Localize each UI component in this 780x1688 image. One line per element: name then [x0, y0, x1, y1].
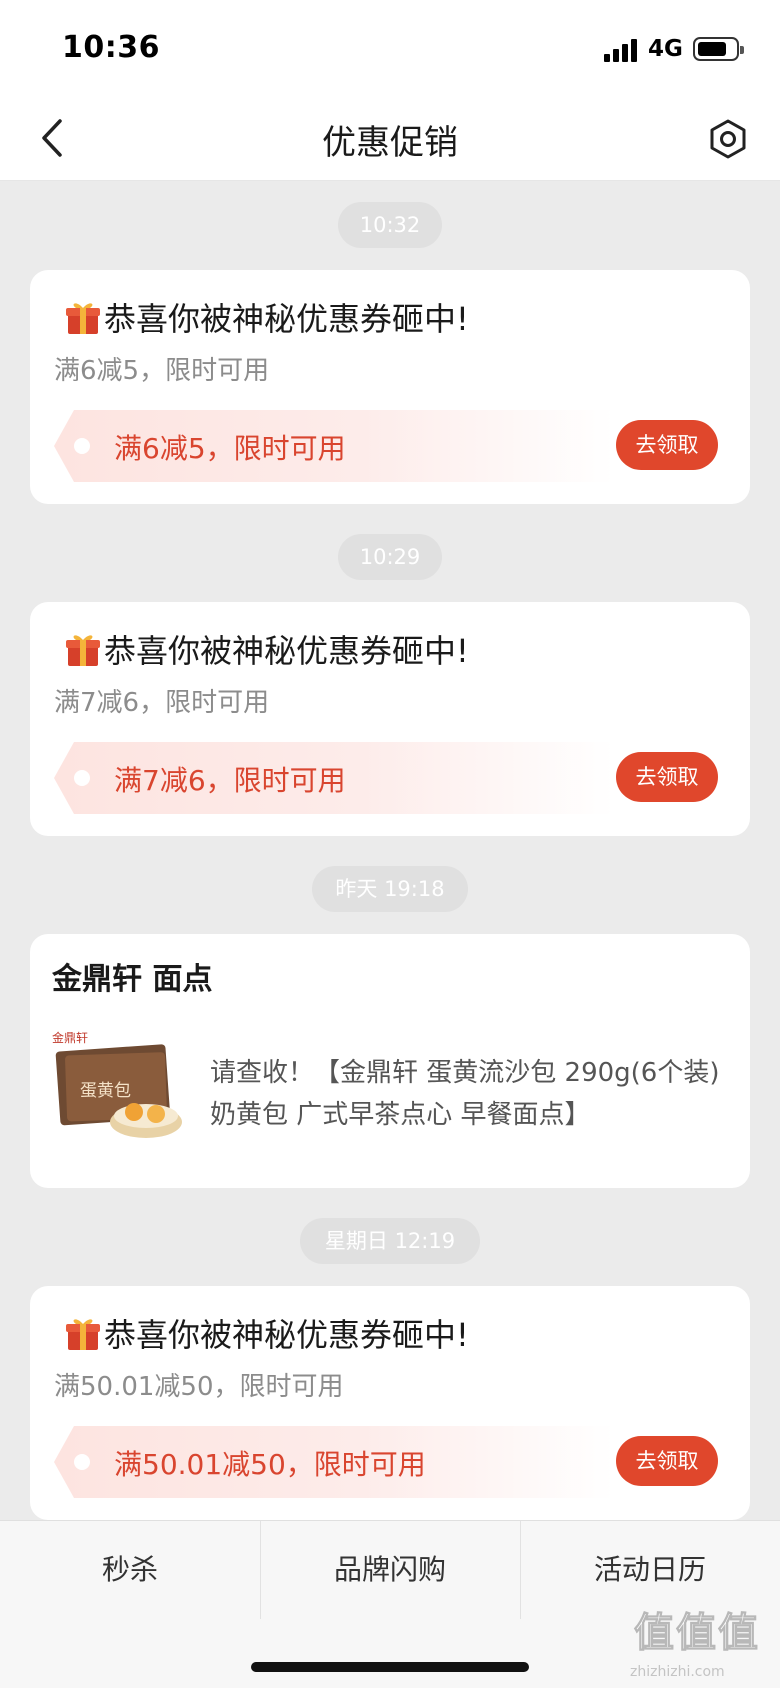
svg-text:蛋黄包: 蛋黄包	[80, 1081, 131, 1101]
coupon-text: 满6减5，限时可用	[114, 432, 346, 465]
card-subtitle: 满6减5，限时可用	[54, 356, 270, 386]
card-title: 恭喜你被神秘优惠券砸中!	[104, 632, 469, 670]
timestamp-pill: 10:32	[338, 202, 442, 248]
watermark-logo: 值值值	[634, 1610, 760, 1657]
tab-brand-flash[interactable]: 品牌闪购	[260, 1521, 520, 1619]
claim-button[interactable]: 去领取	[616, 752, 718, 802]
product-description: 请查收！【金鼎轩 蛋黄流沙包 290g(6个装) 奶黄包 广式早茶点心 早餐面点…	[210, 1058, 720, 1130]
coupon-card: 恭喜你被神秘优惠券砸中! 满6减5，限时可用 满6减5，限时可用 去领取	[30, 270, 750, 504]
gift-icon	[64, 298, 102, 336]
coupon-ticket: 满6减5，限时可用	[54, 410, 614, 482]
svg-text:金鼎轩: 金鼎轩	[52, 1030, 88, 1045]
watermark-url: zhizhizhi.com	[630, 1664, 725, 1680]
card-subtitle: 满50.01减50，限时可用	[54, 1372, 344, 1402]
nav-bar: 优惠促销	[0, 95, 780, 181]
product-image[interactable]: 金鼎轩 蛋黄包	[50, 1026, 184, 1146]
watermark: 值值值 zhizhizhi.com	[630, 1600, 780, 1688]
timestamp-pill: 昨天 19:18	[312, 866, 468, 912]
home-indicator[interactable]	[251, 1662, 529, 1672]
settings-icon	[710, 119, 746, 159]
battery-icon	[693, 37, 744, 61]
network-type: 4G	[648, 36, 683, 62]
timestamp-pill: 10:29	[338, 534, 442, 580]
coupon-card: 恭喜你被神秘优惠券砸中! 满50.01减50，限时可用 满50.01减50，限时…	[30, 1286, 750, 1520]
status-time: 10:36	[62, 30, 160, 65]
card-subtitle: 满7减6，限时可用	[54, 688, 270, 718]
signal-icon	[604, 38, 640, 62]
coupon-text: 满50.01减50，限时可用	[114, 1448, 426, 1481]
card-title: 恭喜你被神秘优惠券砸中!	[104, 300, 469, 338]
timestamp-pill: 星期日 12:19	[300, 1218, 480, 1264]
tab-flash-sale[interactable]: 秒杀	[0, 1521, 260, 1619]
claim-button[interactable]: 去领取	[616, 1436, 718, 1486]
coupon-card: 恭喜你被神秘优惠券砸中! 满7减6，限时可用 满7减6，限时可用 去领取	[30, 602, 750, 836]
gift-icon	[64, 630, 102, 668]
settings-button[interactable]	[706, 117, 750, 161]
coupon-text: 满7减6，限时可用	[114, 764, 346, 797]
coupon-ticket: 满50.01减50，限时可用	[54, 1426, 614, 1498]
store-name: 金鼎轩 面点	[52, 962, 213, 997]
status-bar: 10:36 4G	[0, 0, 780, 95]
card-title: 恭喜你被神秘优惠券砸中!	[104, 1316, 469, 1354]
page-title: 优惠促销	[322, 123, 458, 163]
product-card[interactable]: 金鼎轩 面点 金鼎轩 蛋黄包 请查收！【金鼎轩 蛋黄流沙包 290g(6个装) …	[30, 934, 750, 1188]
gift-icon	[64, 1314, 102, 1352]
coupon-ticket: 满7减6，限时可用	[54, 742, 614, 814]
claim-button[interactable]: 去领取	[616, 420, 718, 470]
